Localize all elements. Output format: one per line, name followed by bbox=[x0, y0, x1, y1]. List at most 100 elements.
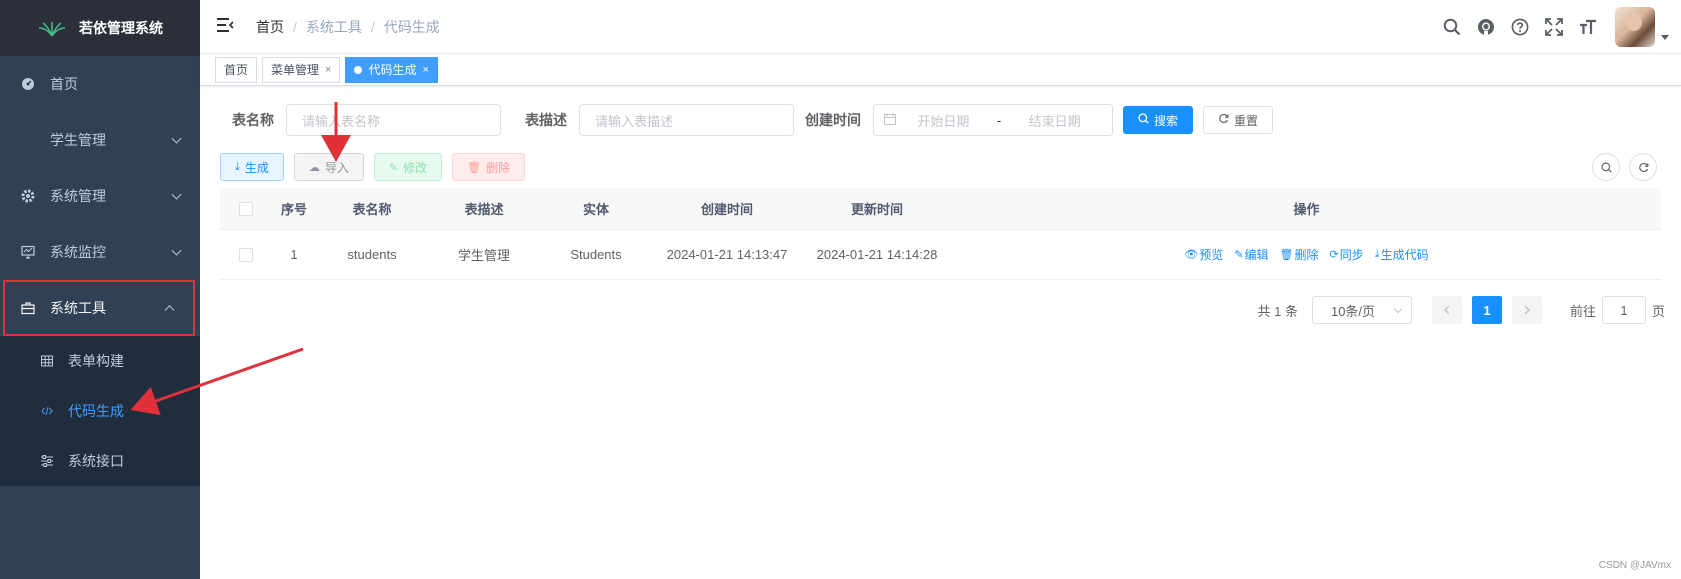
page-size-select[interactable]: 10条/页 bbox=[1311, 296, 1412, 324]
generate-button-label: 生成 bbox=[244, 160, 269, 175]
chevron-up-icon bbox=[164, 305, 175, 316]
header-create-time: 创建时间 bbox=[700, 202, 753, 217]
tag-code-gen[interactable]: 代码生成 × bbox=[345, 57, 438, 83]
search-button[interactable]: 搜索 bbox=[1123, 106, 1194, 134]
page-number-current[interactable]: 1 bbox=[1471, 296, 1502, 324]
download-icon: ⤓ bbox=[235, 160, 240, 173]
prev-page-button[interactable] bbox=[1431, 296, 1462, 324]
reset-button-label: 重置 bbox=[1234, 113, 1259, 128]
sidebar-subitem-label: 系统接口 bbox=[68, 453, 124, 469]
table-name-placeholder: 请输入表名称 bbox=[302, 113, 381, 129]
delete-link[interactable]: 🗑 删除 bbox=[1280, 246, 1319, 263]
app-root: 若依管理系统 首页 学生管理 系统管理 系统监控 系统工具 表单构建 代码生成 … bbox=[0, 0, 1681, 579]
fullscreen-icon[interactable] bbox=[1537, 10, 1571, 44]
close-icon[interactable]: × bbox=[422, 58, 428, 82]
tag-home[interactable]: 首页 bbox=[215, 57, 258, 83]
table-desc-placeholder: 请输入表描述 bbox=[595, 113, 674, 129]
active-dot-icon bbox=[354, 66, 363, 74]
sidebar-item-tools[interactable]: 系统工具 bbox=[3, 280, 195, 336]
sidebar-subitem-api[interactable]: 系统接口 bbox=[0, 436, 200, 486]
date-range-picker[interactable]: 开始日期 - 结束日期 bbox=[873, 104, 1113, 136]
end-date-placeholder[interactable]: 结束日期 bbox=[1007, 111, 1102, 130]
navbar-right-menu bbox=[1435, 0, 1669, 54]
start-date-placeholder[interactable]: 开始日期 bbox=[896, 111, 991, 130]
header-entity: 实体 bbox=[582, 202, 609, 217]
edit-button[interactable]: ✎ 修改 bbox=[373, 153, 443, 181]
cell-name: students bbox=[347, 247, 397, 262]
import-button-label: 导入 bbox=[324, 160, 349, 175]
breadcrumb-home[interactable]: 首页 bbox=[256, 17, 284, 37]
caret-down-icon[interactable] bbox=[1661, 34, 1669, 40]
toggle-search-icon[interactable] bbox=[1592, 153, 1620, 181]
row-checkbox[interactable] bbox=[239, 247, 253, 262]
search-icon[interactable] bbox=[1435, 10, 1469, 44]
sidebar-item-label: 学生管理 bbox=[50, 132, 106, 148]
table-name-input[interactable]: 请输入表名称 bbox=[286, 104, 501, 136]
logo-icon bbox=[38, 22, 66, 37]
main-content: 表名称 请输入表名称 表描述 请输入表描述 创建时间 开始日期 - 结束日期 搜… bbox=[200, 86, 1681, 579]
trash-icon: 🗑 bbox=[1279, 249, 1294, 261]
breadcrumb-current: 代码生成 bbox=[383, 18, 440, 35]
watermark: CSDN @JAVmx bbox=[1598, 560, 1671, 571]
delete-button[interactable]: 🗑 删除 bbox=[452, 153, 526, 181]
refresh-icon bbox=[1218, 113, 1229, 127]
code-icon bbox=[40, 405, 54, 417]
edit-link[interactable]: ✎ 编辑 bbox=[1234, 246, 1268, 263]
hamburger-icon[interactable] bbox=[216, 17, 236, 36]
tags-view: 首页 菜单管理 × 代码生成 × bbox=[200, 55, 1681, 86]
tag-menu-manage[interactable]: 菜单管理 × bbox=[262, 57, 341, 83]
sidebar-item-home[interactable]: 首页 bbox=[0, 56, 200, 112]
tag-label: 菜单管理 bbox=[271, 63, 320, 77]
github-icon[interactable] bbox=[1469, 10, 1503, 44]
cell-desc: 学生管理 bbox=[457, 248, 510, 263]
preview-link[interactable]: 👁 预览 bbox=[1184, 246, 1223, 263]
refresh-table-icon[interactable] bbox=[1629, 153, 1657, 181]
generate-button[interactable]: ⤓ 生成 bbox=[220, 153, 284, 181]
chevron-down-icon bbox=[171, 189, 182, 200]
gen-code-link[interactable]: ⤓ 生成代码 bbox=[1375, 246, 1429, 263]
breadcrumb-separator: / bbox=[293, 18, 297, 35]
sync-link[interactable]: ⟳ 同步 bbox=[1330, 246, 1364, 263]
eye-icon: 👁 bbox=[1184, 249, 1199, 261]
sidebar-subitem-code-gen[interactable]: 代码生成 bbox=[0, 386, 200, 436]
cell-entity: Students bbox=[570, 247, 622, 262]
search-button-label: 搜索 bbox=[1154, 113, 1179, 128]
sidebar-item-monitor[interactable]: 系统监控 bbox=[0, 224, 200, 280]
page-jumper: 前往 1 页 bbox=[1570, 296, 1665, 324]
search-icon bbox=[1138, 113, 1149, 127]
font-size-icon[interactable] bbox=[1571, 10, 1605, 44]
chevron-down-icon bbox=[171, 133, 182, 144]
table-row[interactable]: 1 students 学生管理 Students 2024-01-21 14:1… bbox=[220, 230, 1661, 280]
search-form: 表名称 请输入表名称 表描述 请输入表描述 创建时间 开始日期 - 结束日期 搜… bbox=[220, 104, 1661, 136]
sidebar-subitem-form-build[interactable]: 表单构建 bbox=[0, 336, 200, 386]
sidebar-item-system[interactable]: 系统管理 bbox=[0, 168, 200, 224]
cell-create-time: 2024-01-21 14:13:47 bbox=[666, 247, 788, 262]
goto-page-input[interactable]: 1 bbox=[1601, 296, 1646, 324]
sidebar-item-label: 首页 bbox=[50, 76, 78, 92]
reset-button[interactable]: 重置 bbox=[1203, 106, 1274, 134]
tag-label: 首页 bbox=[224, 63, 249, 77]
select-all-checkbox[interactable] bbox=[239, 201, 253, 216]
header-name: 表名称 bbox=[352, 202, 392, 217]
help-icon[interactable] bbox=[1503, 10, 1537, 44]
sidebar-item-label: 系统管理 bbox=[50, 188, 106, 204]
logo[interactable]: 若依管理系统 bbox=[0, 0, 200, 56]
close-icon[interactable]: × bbox=[325, 58, 331, 82]
pagination: 共 1 条 10条/页 1 前往 1 页 bbox=[1258, 296, 1665, 324]
row-actions: 👁 预览 ✎ 编辑 🗑 删除 ⟳ 同步 ⤓ 生成代码 bbox=[952, 246, 1661, 263]
next-page-button[interactable] bbox=[1511, 296, 1542, 324]
preview-label: 预览 bbox=[1199, 248, 1224, 262]
page-suffix: 页 bbox=[1651, 303, 1665, 319]
trash-icon: 🗑 bbox=[467, 161, 482, 174]
download-icon: ⤓ bbox=[1374, 248, 1380, 260]
app-title: 若依管理系统 bbox=[79, 20, 163, 36]
table-desc-input[interactable]: 请输入表描述 bbox=[579, 104, 794, 136]
gen-code-label: 生成代码 bbox=[1380, 248, 1429, 262]
sidebar-item-label: 系统监控 bbox=[50, 244, 106, 260]
table-tools bbox=[1583, 153, 1657, 181]
import-button[interactable]: ☁ 导入 bbox=[293, 153, 364, 181]
row-select-cell bbox=[220, 247, 272, 262]
avatar[interactable] bbox=[1615, 7, 1655, 47]
sidebar-item-student[interactable]: 学生管理 bbox=[0, 112, 200, 168]
chevron-left-icon bbox=[1443, 305, 1450, 315]
